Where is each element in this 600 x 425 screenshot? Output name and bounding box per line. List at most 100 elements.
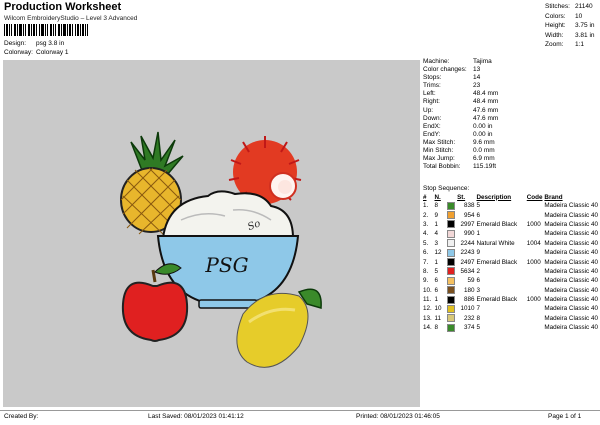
- stitch-count: 2243: [460, 249, 475, 257]
- info-label: Max Jump:: [423, 155, 455, 163]
- colorway-value: Colorway 1: [36, 49, 69, 56]
- needle-number: 1: [434, 296, 439, 304]
- column-header: Description: [476, 193, 512, 201]
- info-row: EndX: 0.00 in: [423, 123, 598, 131]
- row-index: 5.: [423, 239, 429, 247]
- table-row: 12. 10 1010 7 Madeira Classic 40: [423, 304, 598, 313]
- stitch-count: 232: [463, 314, 475, 322]
- thread-code: [527, 286, 545, 295]
- needle-number: 10: [434, 305, 442, 313]
- info-row: Max Jump: 6.9 mm: [423, 155, 598, 163]
- bowl-monogram: PSG: [204, 253, 248, 277]
- thread-brand: Madeira Classic 40: [544, 202, 598, 210]
- row-index: 10.: [423, 286, 432, 294]
- row-index: 3.: [423, 220, 429, 228]
- stitch-count: 838: [463, 202, 475, 210]
- column-header: St.: [457, 193, 466, 201]
- column-header: #: [423, 193, 427, 201]
- row-index: 6.: [423, 249, 429, 257]
- color-swatch-cell: [447, 286, 457, 295]
- row-index: 14.: [423, 324, 432, 332]
- color-swatch: [447, 229, 456, 238]
- color-swatch-cell: [447, 239, 457, 248]
- table-row: 4. 4 990 1 Madeira Classic 40: [423, 229, 598, 238]
- info-label: Min Stitch:: [423, 147, 454, 155]
- thread-description: 5: [476, 324, 481, 332]
- info-label: Right:: [423, 98, 440, 106]
- thread-description: 1: [476, 230, 481, 238]
- embroidery-preview: PSG So: [120, 131, 322, 368]
- info-label: Max Stitch:: [423, 138, 456, 146]
- thread-code: 1000: [526, 258, 541, 266]
- stat-value: 21140: [575, 3, 593, 10]
- info-value: 48.4 mm: [473, 98, 499, 106]
- thread-brand: Madeira Classic 40: [544, 277, 598, 285]
- info-label: EndY:: [423, 130, 441, 138]
- thread-code: 1000: [526, 220, 541, 228]
- info-value: 6.9 mm: [473, 155, 495, 163]
- thread-brand: Madeira Classic 40: [544, 314, 598, 322]
- info-label: Stops:: [423, 74, 442, 82]
- stitch-count: 2497: [460, 258, 475, 266]
- thread-code: [527, 248, 545, 257]
- table-row: 10. 6 180 3 Madeira Classic 40: [423, 286, 598, 295]
- table-row: 8. 5 5634 2 Madeira Classic 40: [423, 267, 598, 276]
- color-swatch-cell: [447, 248, 457, 257]
- stitch-count: 1010: [460, 305, 475, 313]
- thread-description: 2: [476, 267, 481, 275]
- stitch-count: 374: [463, 324, 475, 332]
- row-index: 8.: [423, 267, 429, 275]
- thread-code: [527, 304, 545, 313]
- created-by: Created By:: [4, 413, 39, 420]
- stat-label: Zoom:: [545, 41, 564, 48]
- info-row: Down: 47.6 mm: [423, 115, 598, 123]
- design-label: Design:: [4, 40, 27, 47]
- stat-value: 3.81 in: [575, 31, 595, 39]
- thread-code: 1004: [526, 239, 541, 247]
- thread-description: 3: [476, 286, 481, 294]
- info-value: 13: [473, 66, 481, 74]
- info-label: Total Bobbin:: [423, 163, 461, 171]
- info-row: Min Stitch: 0.0 mm: [423, 147, 598, 155]
- needle-number: 1: [434, 258, 439, 266]
- table-row: 9. 6 59 6 Madeira Classic 40: [423, 276, 598, 285]
- color-swatch: [447, 286, 456, 295]
- design-preview: PSG So: [3, 60, 420, 407]
- color-swatch-cell: [447, 229, 457, 238]
- info-value: Tajima: [473, 58, 492, 65]
- row-index: 2.: [423, 211, 429, 219]
- thread-brand: Madeira Classic 40: [544, 305, 598, 313]
- stitch-count: 990: [463, 230, 475, 238]
- color-swatch: [447, 314, 456, 323]
- column-header: N.: [434, 193, 441, 201]
- needle-number: 5: [434, 267, 439, 275]
- stat-row: Colors: 10: [545, 12, 595, 22]
- thread-description: 6: [476, 211, 481, 219]
- info-row: Stops: 14: [423, 74, 598, 82]
- thread-description: Emerald Black: [476, 258, 518, 266]
- printed-date: Printed: 08/01/2023 01:46:05: [356, 413, 440, 420]
- barcode: [4, 24, 88, 36]
- design-stats: Stitches: 21140 Colors: 10 Height: 3.75 in Wid…: [545, 2, 595, 50]
- thread-code: [527, 210, 545, 219]
- color-swatch: [447, 267, 456, 276]
- info-row: Left: 48.4 mm: [423, 90, 598, 98]
- table-row: 5. 3 2244 Natural White 1004 Madeira Classic …: [423, 239, 598, 248]
- info-value: 14: [473, 74, 481, 82]
- thread-brand: Madeira Classic 40: [544, 296, 598, 304]
- colorway-row: Colorway: Colorway 1: [4, 49, 69, 56]
- stitch-count: 886: [463, 296, 475, 304]
- stitch-count: 2244: [460, 239, 475, 247]
- info-row: Color changes: 13: [423, 66, 598, 74]
- stat-label: Height:: [545, 22, 566, 29]
- color-swatch-cell: [447, 276, 457, 285]
- info-label: EndX:: [423, 122, 441, 130]
- info-value: 47.6 mm: [473, 114, 499, 122]
- thread-description: Emerald Black: [476, 220, 518, 228]
- stat-row: Stitches: 21140: [545, 2, 595, 12]
- row-index: 1.: [423, 202, 429, 210]
- thread-description: 9: [476, 249, 481, 257]
- color-swatch-cell: [447, 267, 457, 276]
- stat-label: Colors:: [545, 12, 566, 20]
- thread-description: Emerald Black: [476, 296, 518, 304]
